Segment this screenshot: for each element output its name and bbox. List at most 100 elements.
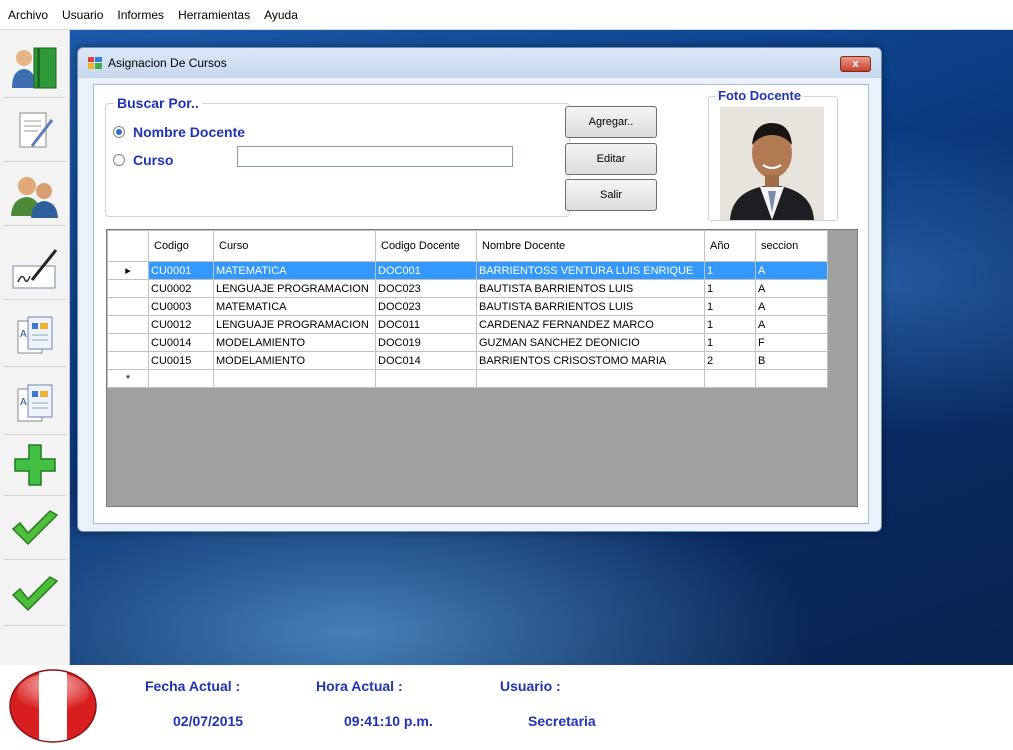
cell-seccion[interactable]: A bbox=[755, 315, 828, 334]
radio-curso-label: Curso bbox=[133, 152, 174, 168]
status-bar: Fecha Actual : 02/07/2015 Hora Actual : … bbox=[0, 665, 1013, 750]
toolbar-usuarios-button[interactable] bbox=[4, 164, 66, 226]
row-header[interactable] bbox=[107, 333, 149, 352]
cell-nombre-docente[interactable]: BAUTISTA BARRIENTOS LUIS bbox=[476, 297, 705, 316]
cell-codigo[interactable]: CU0003 bbox=[148, 297, 214, 316]
column-header-anio[interactable]: Año bbox=[704, 230, 756, 262]
close-button[interactable]: x bbox=[840, 56, 871, 72]
cell-anio[interactable]: 1 bbox=[704, 261, 756, 280]
report-icon: A bbox=[17, 384, 53, 421]
cell-codigo-docente[interactable] bbox=[375, 369, 477, 388]
cell-anio[interactable] bbox=[704, 369, 756, 388]
cell-codigo-docente[interactable]: DOC023 bbox=[375, 297, 477, 316]
row-current-indicator[interactable]: ▸ bbox=[107, 261, 149, 280]
table-row[interactable]: CU0012 LENGUAJE PROGRAMACION DOC011 CARD… bbox=[107, 315, 828, 334]
toolbar-informe-button[interactable]: A bbox=[4, 305, 66, 367]
cell-seccion[interactable]: F bbox=[755, 333, 828, 352]
cell-anio[interactable]: 1 bbox=[704, 333, 756, 352]
svg-text:A: A bbox=[20, 329, 27, 340]
cell-curso[interactable]: MODELAMIENTO bbox=[213, 351, 376, 370]
dialog-title-bar[interactable]: Asignacion De Cursos x bbox=[78, 48, 881, 78]
cell-curso[interactable]: LENGUAJE PROGRAMACION bbox=[213, 279, 376, 298]
table-row[interactable]: CU0003 MATEMATICA DOC023 BAUTISTA BARRIE… bbox=[107, 297, 828, 316]
radio-curso[interactable]: Curso bbox=[113, 152, 173, 168]
row-header[interactable] bbox=[107, 297, 149, 316]
table-row[interactable]: CU0015 MODELAMIENTO DOC014 BARRIENTOS CR… bbox=[107, 351, 828, 370]
radio-button-unchecked[interactable] bbox=[113, 154, 125, 166]
cell-seccion[interactable]: B bbox=[755, 351, 828, 370]
usuario-value: Secretaria bbox=[528, 713, 596, 729]
peru-flag-button-icon[interactable] bbox=[9, 669, 97, 743]
toolbar-informe2-button[interactable]: A bbox=[4, 373, 66, 435]
cell-curso[interactable]: MATEMATICA bbox=[213, 297, 376, 316]
editar-button[interactable]: Editar bbox=[565, 143, 657, 175]
cell-codigo-docente[interactable]: DOC023 bbox=[375, 279, 477, 298]
cell-seccion[interactable]: A bbox=[755, 261, 828, 280]
column-header-codigo-docente[interactable]: Codigo Docente bbox=[375, 230, 477, 262]
svg-text:A: A bbox=[20, 397, 27, 408]
toolbar-confirmar-button[interactable] bbox=[4, 564, 66, 626]
cell-nombre-docente[interactable]: CARDENAZ FERNANDEZ MARCO bbox=[476, 315, 705, 334]
cell-curso[interactable] bbox=[213, 369, 376, 388]
row-header[interactable] bbox=[107, 351, 149, 370]
cell-anio[interactable]: 1 bbox=[704, 279, 756, 298]
cell-codigo[interactable]: CU0014 bbox=[148, 333, 214, 352]
cell-curso[interactable]: MATEMATICA bbox=[213, 261, 376, 280]
radio-button-checked[interactable] bbox=[113, 126, 125, 138]
cell-nombre-docente[interactable]: BARRIENTOSS VENTURA LUIS ENRIQUE bbox=[476, 261, 705, 280]
cell-codigo[interactable] bbox=[148, 369, 214, 388]
column-header-seccion[interactable]: seccion bbox=[755, 230, 828, 262]
cell-codigo-docente[interactable]: DOC001 bbox=[375, 261, 477, 280]
hora-value: 09:41:10 p.m. bbox=[344, 713, 433, 729]
cell-curso[interactable]: LENGUAJE PROGRAMACION bbox=[213, 315, 376, 334]
row-header[interactable] bbox=[107, 315, 149, 334]
cell-seccion[interactable]: A bbox=[755, 297, 828, 316]
window-app-icon bbox=[88, 57, 102, 69]
menu-herramientas[interactable]: Herramientas bbox=[178, 8, 250, 22]
toolbar-document-button[interactable] bbox=[4, 100, 66, 162]
search-input[interactable] bbox=[237, 146, 513, 167]
cell-codigo[interactable]: CU0015 bbox=[148, 351, 214, 370]
toolbar-aceptar-button[interactable] bbox=[4, 498, 66, 560]
toolbar-docentes-button[interactable] bbox=[4, 36, 66, 98]
row-header[interactable] bbox=[107, 279, 149, 298]
cell-nombre-docente[interactable]: GUZMAN SANCHEZ DEONICIO bbox=[476, 333, 705, 352]
table-row[interactable]: ▸ CU0001 MATEMATICA DOC001 BARRIENTOSS V… bbox=[107, 261, 828, 280]
cell-seccion[interactable] bbox=[755, 369, 828, 388]
new-row[interactable]: * bbox=[107, 369, 828, 388]
dialog-title: Asignacion De Cursos bbox=[108, 56, 227, 70]
cell-codigo[interactable]: CU0012 bbox=[148, 315, 214, 334]
cell-seccion[interactable]: A bbox=[755, 279, 828, 298]
cell-anio[interactable]: 1 bbox=[704, 297, 756, 316]
column-header-nombre-docente[interactable]: Nombre Docente bbox=[476, 230, 705, 262]
cell-codigo-docente[interactable]: DOC019 bbox=[375, 333, 477, 352]
cell-nombre-docente[interactable]: BAUTISTA BARRIENTOS LUIS bbox=[476, 279, 705, 298]
menu-archivo[interactable]: Archivo bbox=[8, 8, 48, 22]
cell-codigo[interactable]: CU0002 bbox=[148, 279, 214, 298]
table-row[interactable]: CU0014 MODELAMIENTO DOC019 GUZMAN SANCHE… bbox=[107, 333, 828, 352]
menu-usuario[interactable]: Usuario bbox=[62, 8, 103, 22]
cell-anio[interactable]: 1 bbox=[704, 315, 756, 334]
hora-label: Hora Actual : bbox=[316, 678, 403, 694]
column-header-curso[interactable]: Curso bbox=[213, 230, 376, 262]
salir-button[interactable]: Salir bbox=[565, 179, 657, 211]
cell-curso[interactable]: MODELAMIENTO bbox=[213, 333, 376, 352]
menu-informes[interactable]: Informes bbox=[117, 8, 164, 22]
cell-codigo[interactable]: CU0001 bbox=[148, 261, 214, 280]
fecha-label: Fecha Actual : bbox=[145, 678, 241, 694]
menu-ayuda[interactable]: Ayuda bbox=[264, 8, 298, 22]
cell-codigo-docente[interactable]: DOC011 bbox=[375, 315, 477, 334]
search-legend: Buscar Por.. bbox=[114, 95, 202, 111]
table-row[interactable]: CU0002 LENGUAJE PROGRAMACION DOC023 BAUT… bbox=[107, 279, 828, 298]
cell-anio[interactable]: 2 bbox=[704, 351, 756, 370]
agregar-button[interactable]: Agregar.. bbox=[565, 106, 657, 138]
column-header-codigo[interactable]: Codigo bbox=[148, 230, 214, 262]
cell-nombre-docente[interactable]: BARRIENTOS CRISOSTOMO MARIA bbox=[476, 351, 705, 370]
radio-nombre-docente[interactable]: Nombre Docente bbox=[113, 124, 245, 140]
cell-codigo-docente[interactable]: DOC014 bbox=[375, 351, 477, 370]
new-row-asterisk-icon[interactable]: * bbox=[107, 369, 149, 388]
toolbar-agregar-button[interactable] bbox=[4, 434, 66, 496]
toolbar-firma-button[interactable] bbox=[4, 238, 66, 300]
cell-nombre-docente[interactable] bbox=[476, 369, 705, 388]
usuario-label: Usuario : bbox=[500, 678, 561, 694]
